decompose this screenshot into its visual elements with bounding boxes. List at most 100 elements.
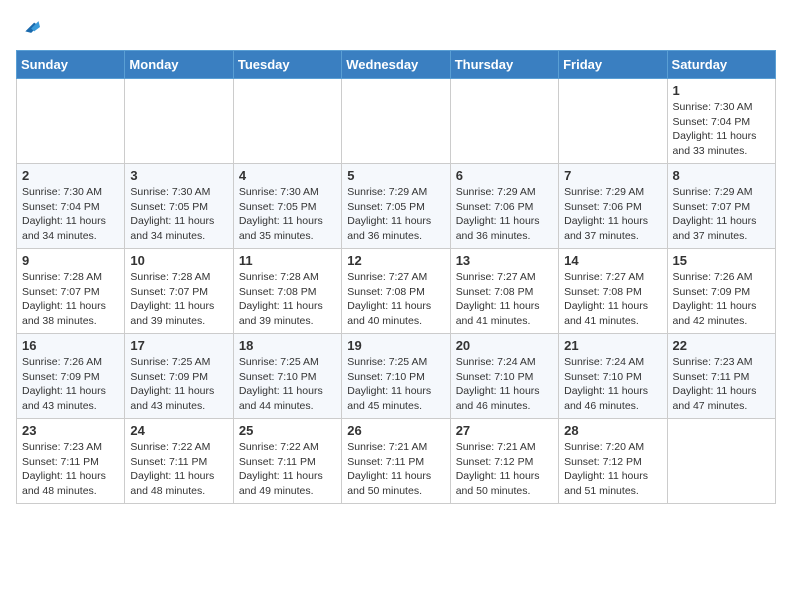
day-number: 14	[564, 253, 661, 268]
day-number: 22	[673, 338, 770, 353]
calendar-cell: 24 Sunrise: 7:22 AM Sunset: 7:11 PM Dayli…	[125, 419, 233, 504]
calendar-cell: 11 Sunrise: 7:28 AM Sunset: 7:08 PM Dayli…	[233, 249, 341, 334]
calendar-cell: 2 Sunrise: 7:30 AM Sunset: 7:04 PM Daylig…	[17, 164, 125, 249]
day-number: 27	[456, 423, 553, 438]
day-info: Sunrise: 7:20 AM Sunset: 7:12 PM Dayligh…	[564, 440, 661, 499]
day-number: 17	[130, 338, 227, 353]
calendar-week-row: 9 Sunrise: 7:28 AM Sunset: 7:07 PM Daylig…	[17, 249, 776, 334]
day-number: 13	[456, 253, 553, 268]
day-info: Sunrise: 7:29 AM Sunset: 7:06 PM Dayligh…	[456, 185, 553, 244]
calendar-cell: 20 Sunrise: 7:24 AM Sunset: 7:10 PM Dayli…	[450, 334, 558, 419]
day-info: Sunrise: 7:29 AM Sunset: 7:07 PM Dayligh…	[673, 185, 770, 244]
day-number: 4	[239, 168, 336, 183]
day-number: 9	[22, 253, 119, 268]
calendar-cell: 12Sunrise: 7:27 AM Sunset: 7:08 PM Dayli…	[342, 249, 450, 334]
day-info: Sunrise: 7:24 AM Sunset: 7:10 PM Dayligh…	[564, 355, 661, 414]
calendar-cell: 19 Sunrise: 7:25 AM Sunset: 7:10 PM Dayli…	[342, 334, 450, 419]
weekday-header-friday: Friday	[559, 51, 667, 79]
day-info: Sunrise: 7:25 AM Sunset: 7:09 PM Dayligh…	[130, 355, 227, 414]
logo-bird-icon	[18, 16, 40, 38]
day-number: 6	[456, 168, 553, 183]
calendar-cell: 18 Sunrise: 7:25 AM Sunset: 7:10 PM Dayli…	[233, 334, 341, 419]
weekday-header-sunday: Sunday	[17, 51, 125, 79]
day-info: Sunrise: 7:22 AM Sunset: 7:11 PM Dayligh…	[130, 440, 227, 499]
weekday-header-tuesday: Tuesday	[233, 51, 341, 79]
calendar-cell: 4 Sunrise: 7:30 AM Sunset: 7:05 PM Daylig…	[233, 164, 341, 249]
day-number: 21	[564, 338, 661, 353]
day-info: Sunrise: 7:28 AM Sunset: 7:07 PM Dayligh…	[22, 270, 119, 329]
day-info: Sunrise: 7:23 AM Sunset: 7:11 PM Dayligh…	[22, 440, 119, 499]
calendar-cell: 6 Sunrise: 7:29 AM Sunset: 7:06 PM Daylig…	[450, 164, 558, 249]
logo	[16, 16, 40, 38]
calendar-table: SundayMondayTuesdayWednesdayThursdayFrid…	[16, 50, 776, 504]
calendar-cell: 10 Sunrise: 7:28 AM Sunset: 7:07 PM Dayli…	[125, 249, 233, 334]
calendar-cell: 3Sunrise: 7:30 AM Sunset: 7:05 PM Daylig…	[125, 164, 233, 249]
day-info: Sunrise: 7:23 AM Sunset: 7:11 PM Dayligh…	[673, 355, 770, 414]
calendar-week-row: 16 Sunrise: 7:26 AM Sunset: 7:09 PM Dayli…	[17, 334, 776, 419]
weekday-header-wednesday: Wednesday	[342, 51, 450, 79]
day-number: 16	[22, 338, 119, 353]
day-number: 24	[130, 423, 227, 438]
day-info: Sunrise: 7:26 AM Sunset: 7:09 PM Dayligh…	[673, 270, 770, 329]
day-info: Sunrise: 7:21 AM Sunset: 7:11 PM Dayligh…	[347, 440, 444, 499]
calendar-cell: 13Sunrise: 7:27 AM Sunset: 7:08 PM Dayli…	[450, 249, 558, 334]
calendar-cell: 27 Sunrise: 7:21 AM Sunset: 7:12 PM Dayli…	[450, 419, 558, 504]
day-number: 3	[130, 168, 227, 183]
day-info: Sunrise: 7:26 AM Sunset: 7:09 PM Dayligh…	[22, 355, 119, 414]
day-number: 19	[347, 338, 444, 353]
day-info: Sunrise: 7:30 AM Sunset: 7:04 PM Dayligh…	[22, 185, 119, 244]
calendar-cell: 22 Sunrise: 7:23 AM Sunset: 7:11 PM Dayli…	[667, 334, 775, 419]
calendar-cell: 9 Sunrise: 7:28 AM Sunset: 7:07 PM Daylig…	[17, 249, 125, 334]
day-info: Sunrise: 7:22 AM Sunset: 7:11 PM Dayligh…	[239, 440, 336, 499]
day-info: Sunrise: 7:28 AM Sunset: 7:07 PM Dayligh…	[130, 270, 227, 329]
weekday-header-thursday: Thursday	[450, 51, 558, 79]
calendar-cell: 14 Sunrise: 7:27 AM Sunset: 7:08 PM Dayli…	[559, 249, 667, 334]
calendar-cell	[125, 79, 233, 164]
calendar-cell	[233, 79, 341, 164]
calendar-header-row: SundayMondayTuesdayWednesdayThursdayFrid…	[17, 51, 776, 79]
day-number: 28	[564, 423, 661, 438]
day-number: 23	[22, 423, 119, 438]
day-info: Sunrise: 7:29 AM Sunset: 7:05 PM Dayligh…	[347, 185, 444, 244]
day-number: 5	[347, 168, 444, 183]
calendar-cell: 21 Sunrise: 7:24 AM Sunset: 7:10 PM Dayli…	[559, 334, 667, 419]
calendar-cell: 17 Sunrise: 7:25 AM Sunset: 7:09 PM Dayli…	[125, 334, 233, 419]
day-info: Sunrise: 7:24 AM Sunset: 7:10 PM Dayligh…	[456, 355, 553, 414]
day-info: Sunrise: 7:30 AM Sunset: 7:04 PM Dayligh…	[673, 100, 770, 159]
day-number: 20	[456, 338, 553, 353]
day-number: 8	[673, 168, 770, 183]
day-info: Sunrise: 7:25 AM Sunset: 7:10 PM Dayligh…	[347, 355, 444, 414]
day-number: 10	[130, 253, 227, 268]
calendar-cell: 26 Sunrise: 7:21 AM Sunset: 7:11 PM Dayli…	[342, 419, 450, 504]
day-info: Sunrise: 7:25 AM Sunset: 7:10 PM Dayligh…	[239, 355, 336, 414]
day-number: 26	[347, 423, 444, 438]
calendar-cell: 5 Sunrise: 7:29 AM Sunset: 7:05 PM Daylig…	[342, 164, 450, 249]
day-number: 2	[22, 168, 119, 183]
day-number: 1	[673, 83, 770, 98]
calendar-week-row: 1 Sunrise: 7:30 AM Sunset: 7:04 PM Daylig…	[17, 79, 776, 164]
calendar-cell: 25 Sunrise: 7:22 AM Sunset: 7:11 PM Dayli…	[233, 419, 341, 504]
day-info: Sunrise: 7:21 AM Sunset: 7:12 PM Dayligh…	[456, 440, 553, 499]
day-info: Sunrise: 7:27 AM Sunset: 7:08 PM Dayligh…	[564, 270, 661, 329]
day-number: 18	[239, 338, 336, 353]
calendar-cell: 7Sunrise: 7:29 AM Sunset: 7:06 PM Daylig…	[559, 164, 667, 249]
day-info: Sunrise: 7:29 AM Sunset: 7:06 PM Dayligh…	[564, 185, 661, 244]
day-number: 15	[673, 253, 770, 268]
page-header	[16, 16, 776, 38]
calendar-cell: 16 Sunrise: 7:26 AM Sunset: 7:09 PM Dayli…	[17, 334, 125, 419]
day-info: Sunrise: 7:28 AM Sunset: 7:08 PM Dayligh…	[239, 270, 336, 329]
day-number: 11	[239, 253, 336, 268]
day-info: Sunrise: 7:30 AM Sunset: 7:05 PM Dayligh…	[239, 185, 336, 244]
day-number: 25	[239, 423, 336, 438]
calendar-cell: 8 Sunrise: 7:29 AM Sunset: 7:07 PM Daylig…	[667, 164, 775, 249]
calendar-cell: 23 Sunrise: 7:23 AM Sunset: 7:11 PM Dayli…	[17, 419, 125, 504]
calendar-week-row: 2 Sunrise: 7:30 AM Sunset: 7:04 PM Daylig…	[17, 164, 776, 249]
calendar-cell	[559, 79, 667, 164]
calendar-cell	[342, 79, 450, 164]
calendar-cell	[450, 79, 558, 164]
day-number: 12	[347, 253, 444, 268]
calendar-cell: 15 Sunrise: 7:26 AM Sunset: 7:09 PM Dayli…	[667, 249, 775, 334]
calendar-cell	[17, 79, 125, 164]
weekday-header-monday: Monday	[125, 51, 233, 79]
calendar-cell: 1 Sunrise: 7:30 AM Sunset: 7:04 PM Daylig…	[667, 79, 775, 164]
